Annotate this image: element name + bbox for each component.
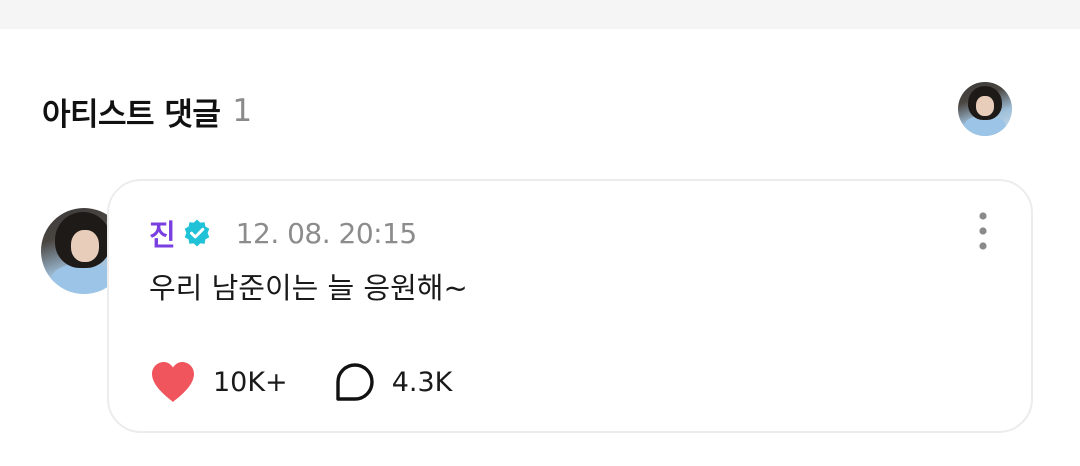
top-divider-band	[0, 0, 1080, 29]
comment-actions: 10K+ 4.3K	[149, 359, 452, 405]
reply-count: 4.3K	[391, 366, 453, 398]
comment-body: 우리 남준이는 늘 응원해~	[149, 271, 468, 305]
artist-comments-header: 아티스트 댓글 1	[42, 86, 252, 136]
comment-timestamp: 12. 08. 20:15	[235, 216, 418, 250]
verified-badge-icon	[184, 219, 209, 247]
like-count: 10K+	[213, 366, 288, 398]
comment-bubble-icon[interactable]	[334, 361, 376, 403]
heart-icon[interactable]	[149, 360, 197, 404]
author-name[interactable]: 진	[149, 212, 176, 254]
section-count: 1	[232, 93, 253, 129]
comment-card: 진 12. 08. 20:15 우리 남준이는 늘 응원해~ 10K+ 4.3K	[107, 179, 1033, 433]
comment-meta: 진 12. 08. 20:15	[149, 213, 417, 253]
section-title: 아티스트 댓글	[42, 96, 221, 133]
more-vertical-icon[interactable]	[977, 211, 989, 251]
artist-avatar-icon[interactable]	[958, 82, 1012, 136]
